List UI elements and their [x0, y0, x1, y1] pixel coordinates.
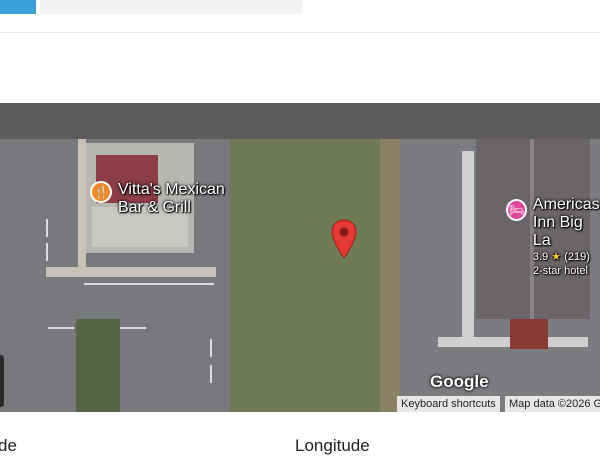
hotel-rating: 3.9 [532, 251, 549, 263]
parking-stripe [48, 327, 74, 329]
location-marker-icon[interactable] [331, 219, 357, 259]
poi-restaurant[interactable]: 🍴 Vitta's Mexican Bar & Grill [90, 181, 225, 217]
map-header-bar [0, 103, 600, 139]
keyboard-shortcuts-link[interactable]: Keyboard shortcuts [397, 396, 500, 412]
accent-button[interactable] [0, 0, 36, 14]
vacant-field [230, 139, 400, 412]
landscape-island [76, 319, 120, 412]
bed-icon: 🛏 [506, 199, 527, 221]
sidewalk [462, 151, 474, 341]
parking-stripe [210, 339, 212, 357]
poi-restaurant-name-2: Bar & Grill [118, 199, 191, 216]
poi-hotel-label: Americas Inn Big La 3.9 ★ (219) 2-star h… [533, 196, 600, 278]
poi-restaurant-label: Vitta's Mexican Bar & Grill [118, 181, 225, 217]
hotel-type: 2-star hotel [532, 265, 588, 277]
google-logo: Google [430, 372, 489, 391]
parking-stripe [210, 365, 212, 383]
map-view[interactable]: 🍴 Vitta's Mexican Bar & Grill 🛏 Americas… [0, 139, 600, 412]
latitude-label: de [0, 436, 17, 455]
curb [78, 139, 86, 269]
parking-stripe [46, 219, 48, 237]
poi-hotel[interactable]: 🛏 Americas Inn Big La 3.9 ★ (219) 2-star… [506, 196, 600, 278]
poi-hotel-name-2: Inn Big La [532, 214, 583, 249]
panel-handle[interactable] [0, 355, 4, 407]
hotel-entrance [510, 319, 548, 349]
top-toolbar [0, 0, 600, 33]
curb [46, 267, 216, 277]
hotel-review-count: (219) [564, 251, 590, 263]
parking-stripe [84, 283, 214, 285]
longitude-label: Longitude [295, 436, 370, 455]
parking-stripe [120, 327, 146, 329]
poi-restaurant-name-1: Vitta's Mexican [118, 181, 225, 198]
poi-hotel-rating-row: 3.9 ★ (219) [533, 250, 600, 264]
parking-stripe [46, 243, 48, 261]
search-input[interactable] [40, 0, 302, 14]
map-data-attribution[interactable]: Map data ©2026 G [505, 396, 600, 412]
fork-knife-icon: 🍴 [90, 181, 112, 203]
poi-hotel-name-1: Americas [532, 196, 600, 213]
star-icon: ★ [551, 251, 562, 263]
